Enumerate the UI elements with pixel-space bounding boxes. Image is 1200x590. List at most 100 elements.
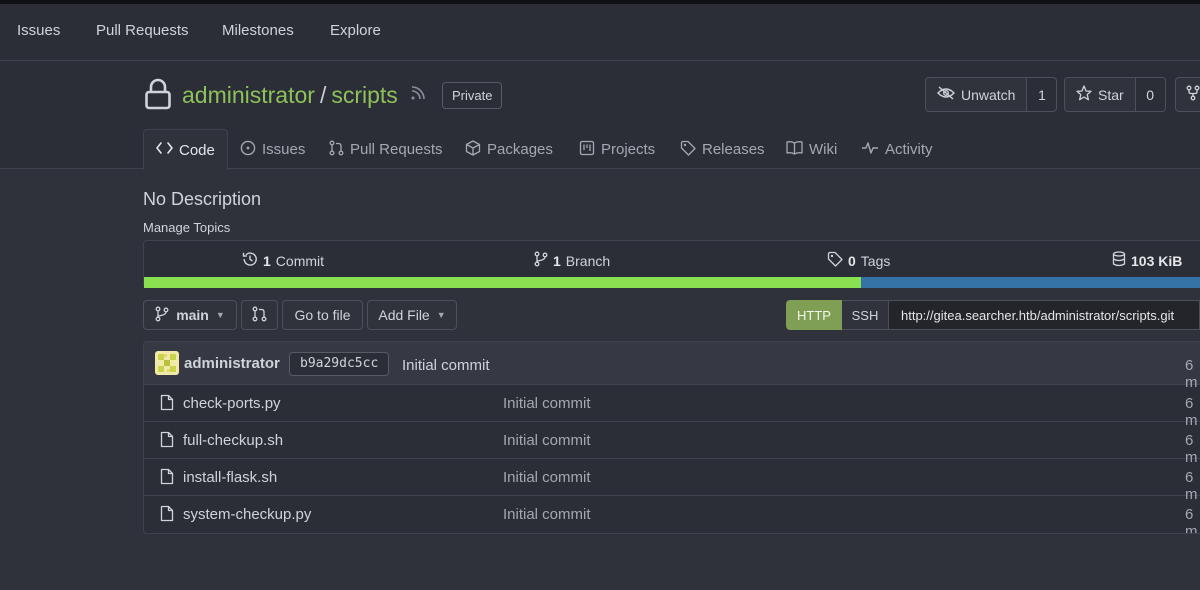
watch-count[interactable]: 1 <box>1027 77 1058 112</box>
manage-topics-link[interactable]: Manage Topics <box>143 220 230 235</box>
tags-stat[interactable]: 0 Tags <box>827 251 890 270</box>
pulse-icon <box>861 141 879 159</box>
language-bar-segment-1[interactable] <box>861 277 1200 288</box>
rss-icon[interactable] <box>410 85 426 106</box>
language-bar-segment-0[interactable] <box>144 277 862 288</box>
repo-name-link[interactable]: scripts <box>331 82 397 108</box>
history-icon <box>242 251 258 270</box>
unwatch-button[interactable]: Unwatch <box>925 77 1028 112</box>
issue-icon <box>240 140 256 160</box>
branch-icon <box>534 251 548 270</box>
tab-issues[interactable]: Issues <box>240 129 305 170</box>
pull-request-icon <box>252 306 267 325</box>
repo-stats: 1 Commit 1 Branch 0 Tags 103 KiB <box>143 240 1200 288</box>
caret-down-icon: ▼ <box>215 310 225 320</box>
latest-commit-row: administrator b9a29dc5cc Initial commit … <box>144 342 1200 391</box>
caret-down-icon: ▼ <box>436 310 446 320</box>
clone-url-input[interactable]: http://gitea.searcher.htb/administrator/… <box>889 300 1200 330</box>
star-icon <box>1076 85 1092 104</box>
go-to-file-button[interactable]: Go to file <box>282 300 363 330</box>
size-stat: 103 KiB <box>1112 251 1182 270</box>
file-table: administrator b9a29dc5cc Initial commit … <box>143 341 1200 534</box>
tab-wiki[interactable]: Wiki <box>786 129 837 170</box>
tab-projects[interactable]: Projects <box>579 129 655 170</box>
repo-title: administrator / scripts <box>182 82 398 109</box>
file-icon <box>160 505 174 527</box>
file-name-link[interactable]: full-checkup.sh <box>183 432 283 449</box>
file-commit-link[interactable]: Initial commit <box>503 506 591 523</box>
unwatch-label: Unwatch <box>961 86 1016 103</box>
nav-milestones[interactable]: Milestones <box>222 22 294 39</box>
clone-ssh-button[interactable]: SSH <box>842 300 889 330</box>
fork-icon <box>1186 85 1200 104</box>
avatar[interactable] <box>155 351 179 375</box>
compare-button[interactable] <box>241 300 278 330</box>
file-commit-link[interactable]: Initial commit <box>503 432 591 449</box>
repo-size: 103 KiB <box>1131 252 1183 269</box>
private-badge: Private <box>442 82 503 109</box>
commits-label: Commit <box>275 252 325 269</box>
nav-explore[interactable]: Explore <box>330 22 381 39</box>
database-icon <box>1112 251 1126 270</box>
tab-code[interactable]: Code <box>143 129 228 170</box>
star-count[interactable]: 0 <box>1135 77 1166 112</box>
tab-activity-label: Activity <box>885 141 933 158</box>
file-row[interactable]: check-ports.py Initial commit 6 m <box>144 385 1200 429</box>
add-file-dropdown[interactable]: Add File ▼ <box>367 300 457 330</box>
tag-icon <box>827 251 843 270</box>
branch-name: main <box>176 307 209 323</box>
tab-releases-label: Releases <box>702 141 765 158</box>
tab-packages-label: Packages <box>487 141 553 158</box>
watch-button-group: Unwatch 1 <box>925 77 1058 112</box>
file-commit-link[interactable]: Initial commit <box>503 395 591 412</box>
tab-pull-requests[interactable]: Pull Requests <box>329 129 443 170</box>
language-bar[interactable] <box>144 277 1200 288</box>
commit-sha-button[interactable]: b9a29dc5cc <box>289 352 390 376</box>
fork-button-group <box>1175 77 1200 112</box>
commit-author[interactable]: administrator <box>184 355 280 372</box>
tag-icon <box>680 140 696 160</box>
tab-wiki-label: Wiki <box>809 141 838 158</box>
package-icon <box>465 139 481 160</box>
branch-selector[interactable]: main ▼ <box>143 300 237 330</box>
add-file-label: Add File <box>378 307 430 323</box>
nav-pull-requests[interactable]: Pull Requests <box>96 22 189 39</box>
commits-stat[interactable]: 1 Commit <box>242 251 324 270</box>
file-row[interactable]: system-checkup.py Initial commit 6 m <box>144 496 1200 533</box>
tags-count: 0 <box>848 252 856 269</box>
star-button[interactable]: Star <box>1064 77 1136 112</box>
file-commit-link[interactable]: Initial commit <box>503 469 591 486</box>
file-name-link[interactable]: install-flask.sh <box>183 469 277 486</box>
branch-icon <box>155 306 169 325</box>
tags-label: Tags <box>860 252 891 269</box>
tab-activity[interactable]: Activity <box>861 129 933 170</box>
book-icon <box>786 140 803 159</box>
tab-pull-requests-label: Pull Requests <box>350 141 443 158</box>
repo-title-separator: / <box>319 82 327 108</box>
file-name-link[interactable]: check-ports.py <box>183 395 281 412</box>
fork-button[interactable] <box>1175 77 1200 112</box>
eye-closed-icon <box>937 86 955 103</box>
file-time: 6 m <box>1185 506 1198 534</box>
repo-header: administrator / scripts Private Unwatch 1 <box>0 61 1200 170</box>
file-icon <box>160 431 174 453</box>
code-icon <box>156 141 173 159</box>
commits-count: 1 <box>263 252 271 269</box>
tab-code-label: Code <box>179 141 215 159</box>
tab-issues-label: Issues <box>262 141 306 158</box>
repo-description: No Description <box>143 189 262 209</box>
file-row[interactable]: full-checkup.sh Initial commit 6 m <box>144 422 1200 466</box>
branches-label: Branch <box>565 252 611 269</box>
file-name-link[interactable]: system-checkup.py <box>183 506 311 523</box>
file-row[interactable]: install-flask.sh Initial commit 6 m <box>144 459 1200 503</box>
branches-count: 1 <box>553 252 561 269</box>
top-navbar: Issues Pull Requests Milestones Explore <box>0 4 1200 61</box>
branches-stat[interactable]: 1 Branch <box>534 251 610 270</box>
clone-http-button[interactable]: HTTP <box>786 300 842 330</box>
repo-owner-link[interactable]: administrator <box>182 82 315 108</box>
tab-packages[interactable]: Packages <box>465 129 553 170</box>
commit-message[interactable]: Initial commit <box>402 357 490 374</box>
tab-releases[interactable]: Releases <box>680 129 765 170</box>
nav-issues[interactable]: Issues <box>17 22 60 39</box>
lock-icon <box>145 78 171 115</box>
